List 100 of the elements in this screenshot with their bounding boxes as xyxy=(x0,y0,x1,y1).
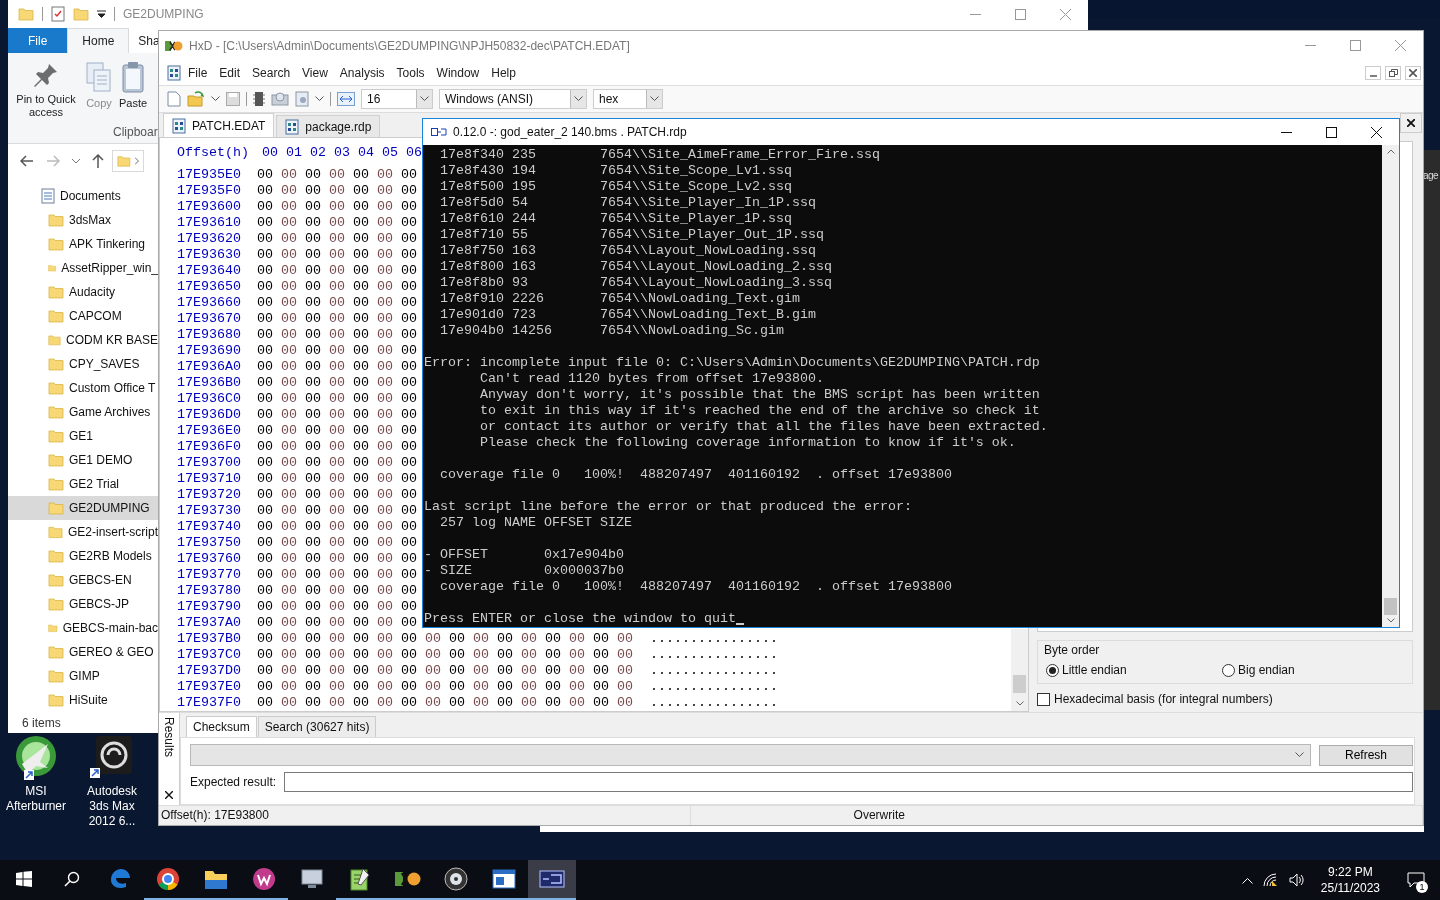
charset-select[interactable]: Windows (ANSI) xyxy=(439,89,587,110)
folder-item[interactable]: GE2 Trial xyxy=(8,472,158,497)
row-offset: 17E93600 xyxy=(177,199,241,216)
folder-item[interactable]: GE2-insert-script xyxy=(8,520,158,545)
folder-item[interactable]: Audacity xyxy=(8,280,158,305)
row-offset: 17E936C0 xyxy=(177,391,241,408)
menu-item[interactable]: Edit xyxy=(214,63,246,82)
console-line: Last script line before the error or that produced the error: xyxy=(424,499,912,515)
scroll-thumb[interactable] xyxy=(1013,675,1026,694)
folder-item[interactable]: GE1 DEMO xyxy=(8,448,158,473)
text-cursor xyxy=(735,623,744,625)
radio-option[interactable]: Big endian xyxy=(1222,663,1398,678)
menu-item[interactable]: Search xyxy=(247,63,296,82)
folder-icon xyxy=(48,332,61,349)
desktop-shortcut[interactable]: Autodesk 3ds Max 2012 6... xyxy=(76,734,148,829)
menu-item[interactable]: Help xyxy=(486,63,521,82)
chip-icon[interactable] xyxy=(253,91,265,108)
close-button[interactable] xyxy=(1400,112,1422,133)
scrollbar[interactable] xyxy=(1011,629,1028,712)
row-offset: 17E93640 xyxy=(177,263,241,280)
folder-item[interactable]: GEBCS-JP xyxy=(8,592,158,617)
ribbon-button[interactable]: Paste xyxy=(118,60,148,126)
ribbon-button[interactable]: Pin to Quick access xyxy=(12,60,80,126)
hex-bytes: 00 00 00 00 00 00 00 xyxy=(257,519,417,536)
folder-icon xyxy=(48,596,64,613)
folder-item[interactable]: GEBCS-EN xyxy=(8,568,158,593)
folder-item[interactable]: GE1 xyxy=(8,424,158,449)
restore-button[interactable] xyxy=(1385,65,1401,80)
ribbon-tab[interactable]: Home xyxy=(67,28,130,53)
bytes-per-row-select[interactable]: 16 xyxy=(361,89,433,110)
offset-base-select[interactable]: hex xyxy=(593,89,663,110)
minimize-button[interactable] xyxy=(1365,65,1381,80)
document-icon xyxy=(41,188,55,205)
folder-item[interactable]: CODM KR BASE xyxy=(8,328,158,353)
menu-item[interactable]: Tools xyxy=(391,63,430,82)
close-icon[interactable] xyxy=(165,790,173,799)
maximize-icon xyxy=(1350,40,1361,52)
hex-basis-checkbox[interactable]: Hexadecimal basis (for integral numbers) xyxy=(1037,692,1413,707)
refresh-button[interactable]: Refresh xyxy=(1319,744,1413,766)
console-line: 17e8f800 163 7654\\Layout_NowLoading_2.ssq xyxy=(439,259,832,275)
folder-item[interactable]: CAPCOM xyxy=(8,304,158,329)
notification-button[interactable]: 1 xyxy=(1396,860,1436,900)
clipboard-icon xyxy=(121,60,145,93)
menu-item[interactable]: View xyxy=(297,63,333,82)
close-button[interactable] xyxy=(1405,65,1421,80)
message-icon xyxy=(1407,872,1425,888)
caret-icon xyxy=(211,96,220,103)
ribbon-tab[interactable]: File xyxy=(8,28,68,53)
file-tab[interactable]: package.rdp xyxy=(276,115,381,138)
row-offset: 17E93620 xyxy=(177,231,241,248)
console-line: 17e904b0 14256 7654\\NowLoading_Sc.gim xyxy=(439,323,784,339)
ascii-text: ................ xyxy=(650,663,778,680)
wifi-icon[interactable] xyxy=(1262,873,1279,887)
menu-item[interactable]: Window xyxy=(431,63,485,82)
folder-item[interactable]: HiSuite xyxy=(8,688,158,713)
up-icon[interactable] xyxy=(92,154,104,169)
console-line: Can't read 1120 bytes from offset 17e93800. xyxy=(479,371,824,387)
folder-item[interactable]: CPY_SAVES xyxy=(8,352,158,377)
folder-item[interactable]: GEREO & GEO xyxy=(8,640,158,665)
column-header: Offset(h) xyxy=(177,145,249,162)
radio-option[interactable]: Little endian xyxy=(1046,663,1222,678)
hex-bytes: 00 00 00 00 00 00 00 xyxy=(257,583,417,600)
panel-tab[interactable]: Checksum xyxy=(186,716,257,738)
folder-item[interactable]: AssetRipper_win_ xyxy=(8,256,158,281)
scroll-thumb[interactable] xyxy=(1384,598,1397,615)
folder-item[interactable]: APK Tinkering xyxy=(8,232,158,257)
row-offset: 17E93740 xyxy=(177,519,241,536)
folder-item[interactable]: Custom Office T xyxy=(8,376,158,401)
console-line: 257 log NAME OFFSET SIZE xyxy=(439,515,632,531)
folder-icon xyxy=(48,548,64,565)
row-offset: 17E937D0 xyxy=(177,663,241,680)
caret-icon xyxy=(315,96,324,103)
folder-item[interactable]: Game Archives xyxy=(8,400,158,425)
folder-item[interactable]: 3dsMax xyxy=(8,208,158,233)
panel-tab[interactable]: Search (30627 hits) xyxy=(257,716,377,738)
folder-item[interactable]: GE2DUMPING xyxy=(8,496,158,521)
scrollbar[interactable] xyxy=(1382,145,1399,627)
dropdown-icon[interactable] xyxy=(97,10,106,19)
back-icon[interactable] xyxy=(20,155,34,168)
menu-item[interactable]: Analysis xyxy=(334,63,390,82)
open-folder-icon[interactable] xyxy=(187,91,205,108)
clock[interactable]: 9:22 PM 25/11/2023 xyxy=(1314,864,1386,896)
row-offset: 17E937E0 xyxy=(177,679,241,696)
row-offset: 17E935E0 xyxy=(177,167,241,184)
hex-bytes: 00 00 00 00 00 00 00 xyxy=(257,391,417,408)
console-icon xyxy=(539,870,565,888)
desktop-shortcut[interactable]: MSI Afterburner xyxy=(0,734,72,829)
expected-result-field[interactable] xyxy=(284,772,1413,793)
folder-item[interactable]: Documents xyxy=(8,184,158,209)
volume-icon[interactable] xyxy=(1288,873,1305,887)
taskbar-app[interactable] xyxy=(528,860,576,900)
window-title: GE2DUMPING xyxy=(123,7,204,22)
folder-item[interactable]: GIMP xyxy=(8,664,158,689)
hex-bytes: 00 00 00 00 00 00 00 xyxy=(257,183,417,200)
row-width-icon[interactable] xyxy=(337,92,355,107)
folder-item[interactable]: GEBCS-main-bac xyxy=(8,616,158,641)
file-tab[interactable]: PATCH.EDAT xyxy=(163,113,275,138)
hex-bytes: 00 00 00 00 00 00 00 xyxy=(257,215,417,232)
folder-item[interactable]: GE2RB Models xyxy=(8,544,158,569)
menu-item[interactable]: File xyxy=(183,63,213,82)
